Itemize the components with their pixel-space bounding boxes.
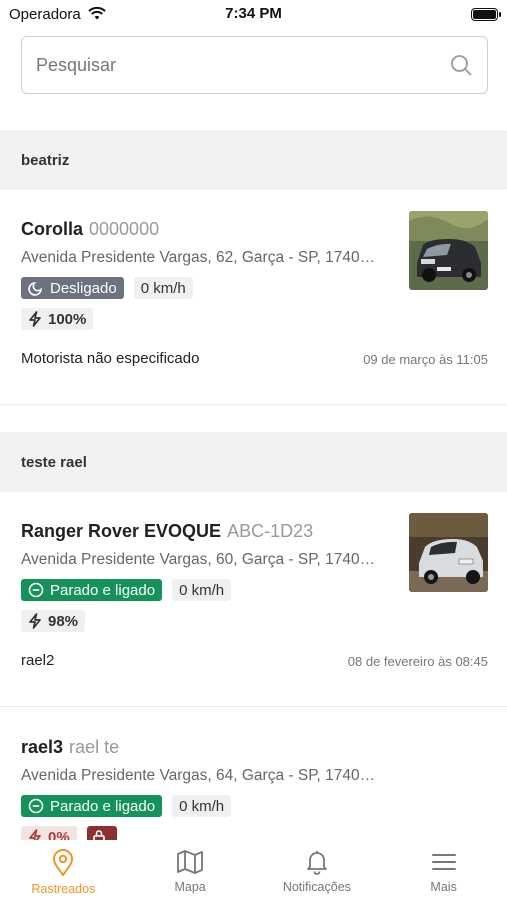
vehicle-address: Avenida Presidente Vargas, 60, Garça - S…	[21, 551, 381, 568]
group-header: beatriz	[0, 130, 507, 190]
lightning-icon	[29, 829, 41, 840]
tab-label: Mais	[430, 880, 457, 894]
battery-badge: 0%	[21, 826, 77, 840]
vehicle-plate: ABC-1D23	[227, 521, 314, 541]
vehicle-card[interactable]: rael3 rael te Avenida Presidente Vargas, …	[0, 737, 507, 840]
lock-icon	[92, 830, 105, 840]
group-header: teste rael	[0, 432, 507, 492]
status-bar: Operadora 7:34 PM	[0, 0, 507, 30]
moon-icon	[28, 282, 42, 296]
lightning-icon	[29, 613, 41, 629]
speed-badge: 0 km/h	[172, 795, 232, 817]
vehicle-card[interactable]: Ranger Rover EVOQUE ABC-1D23 Avenida Pres…	[0, 513, 507, 691]
bell-icon	[306, 851, 327, 875]
battery-level: 98%	[48, 612, 79, 630]
map-pin-icon	[53, 849, 74, 877]
tab-notificacoes[interactable]: Notificações	[254, 840, 381, 900]
tab-label: Rastreados	[31, 882, 96, 896]
battery-badge: 98%	[21, 610, 86, 632]
menu-icon	[431, 854, 456, 870]
last-update-date: 08 de fevereiro às 08:45	[347, 654, 488, 669]
battery-level: 100%	[48, 310, 87, 328]
status-label: Parado e ligado	[50, 797, 156, 815]
status-label: Parado e ligado	[50, 581, 156, 599]
tab-rastreados[interactable]: Rastreados	[0, 840, 127, 900]
vehicle-card[interactable]: Corolla 0000000 Avenida Presidente Vargas…	[0, 211, 507, 389]
tab-mapa[interactable]: Mapa	[127, 840, 254, 900]
vehicle-status-row: Parado e ligado 0 km/h	[21, 795, 232, 817]
tab-bar: Rastreados Mapa Notificações Mais	[0, 840, 507, 900]
vehicle-battery-row: 0%	[21, 826, 117, 840]
status-badge: Desligado	[21, 277, 124, 299]
battery-badge: 100%	[21, 308, 94, 330]
vehicle-photo	[409, 513, 488, 592]
speed-badge: 0 km/h	[172, 579, 232, 601]
vehicle-status-row: Parado e ligado 0 km/h	[21, 579, 232, 601]
search-icon[interactable]	[449, 53, 473, 77]
vehicle-title: Ranger Rover EVOQUE ABC-1D23	[21, 521, 313, 542]
battery-icon	[471, 8, 501, 21]
search-box[interactable]	[21, 36, 488, 94]
status-badge: Parado e ligado	[21, 795, 163, 817]
status-label: Desligado	[50, 279, 117, 297]
vehicle-name: Ranger Rover EVOQUE	[21, 521, 222, 541]
driver-label: Motorista não especificado	[21, 350, 200, 367]
driver-label: rael2	[21, 652, 55, 669]
tab-label: Mapa	[174, 880, 206, 894]
battery-level: 0%	[48, 828, 70, 841]
speed-badge: 0 km/h	[133, 277, 193, 299]
divider	[0, 404, 507, 405]
vehicle-battery-row: 98%	[21, 610, 86, 632]
vehicle-battery-row: 100%	[21, 308, 94, 330]
stop-circle-icon	[28, 582, 44, 598]
vehicle-address: Avenida Presidente Vargas, 62, Garça - S…	[21, 249, 381, 266]
lightning-icon	[29, 311, 41, 327]
vehicle-title: Corolla 0000000	[21, 219, 159, 240]
vehicle-name: rael3	[21, 737, 64, 757]
map-icon	[177, 850, 204, 874]
search-input[interactable]	[36, 54, 449, 76]
stop-circle-icon	[28, 798, 44, 814]
vehicle-photo	[409, 211, 488, 290]
vehicle-plate: rael te	[69, 737, 120, 757]
vehicle-plate: 0000000	[89, 219, 160, 239]
tab-label: Notificações	[282, 880, 351, 894]
vehicle-address: Avenida Presidente Vargas, 64, Garça - S…	[21, 767, 381, 784]
divider	[0, 706, 507, 707]
vehicle-status-row: Desligado 0 km/h	[21, 277, 193, 299]
vehicle-title: rael3 rael te	[21, 737, 119, 758]
tab-mais[interactable]: Mais	[380, 840, 507, 900]
status-badge: Parado e ligado	[21, 579, 163, 601]
lock-badge	[86, 826, 117, 840]
last-update-date: 09 de março às 11:05	[363, 352, 488, 367]
clock: 7:34 PM	[225, 5, 282, 22]
vehicle-name: Corolla	[21, 219, 84, 239]
